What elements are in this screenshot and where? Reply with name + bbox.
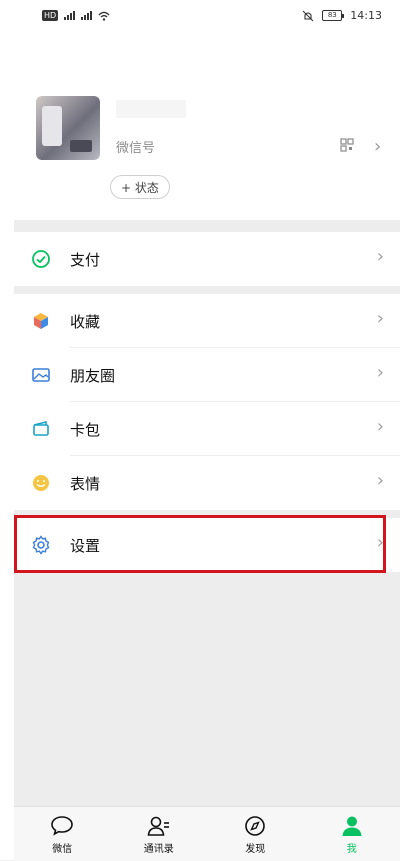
tab-contacts[interactable]: 通讯录 — [111, 807, 208, 861]
chevron-right-icon[interactable]: › — [374, 138, 381, 156]
tab-label: 我 — [347, 840, 357, 855]
moments-picture-icon — [30, 364, 52, 386]
menu-item-cards[interactable]: 卡包 › — [14, 402, 400, 456]
bottom-tab-bar: 微信 通讯录 发现 我 — [14, 806, 400, 861]
left-edge — [0, 0, 14, 860]
status-button-label: + 状态 — [121, 179, 159, 196]
qr-code-icon[interactable] — [340, 138, 354, 152]
chevron-right-icon: › — [377, 364, 384, 382]
tab-me[interactable]: 我 — [304, 807, 400, 861]
emoji-smile-icon — [30, 472, 52, 494]
chevron-right-icon: › — [377, 310, 384, 328]
chevron-right-icon: › — [377, 472, 384, 490]
status-left: HD — [42, 10, 110, 21]
group-pay: 支付 › — [14, 232, 400, 286]
battery-icon: 83 — [322, 10, 342, 21]
hd-icon: HD — [42, 10, 58, 21]
tab-label: 发现 — [245, 840, 265, 855]
contacts-icon — [147, 815, 171, 837]
signal-icon — [64, 11, 75, 20]
chat-bubble-icon — [50, 815, 74, 837]
profile-header[interactable]: 微信号 › + 状态 — [14, 34, 400, 220]
avatar[interactable] — [36, 96, 100, 160]
menu-item-label: 收藏 — [70, 311, 100, 332]
card-wallet-icon — [30, 418, 52, 440]
person-icon — [340, 815, 364, 837]
add-status-button[interactable]: + 状态 — [110, 175, 170, 199]
menu-item-favorites[interactable]: 收藏 › — [14, 294, 400, 348]
status-bar: HD 83 14:13 — [14, 0, 400, 34]
tab-chats[interactable]: 微信 — [14, 807, 111, 861]
menu-item-label: 支付 — [70, 249, 100, 270]
wechat-id: 微信号 — [116, 137, 155, 156]
chevron-right-icon: › — [377, 418, 384, 436]
chevron-right-icon: › — [377, 248, 384, 266]
highlight-box — [14, 515, 386, 573]
wechat-me-page: HD 83 14:13 微信号 › + 状态 — [14, 0, 400, 860]
pay-check-icon — [30, 248, 52, 270]
menu-item-label: 朋友圈 — [70, 365, 115, 386]
tab-label: 微信 — [52, 840, 72, 855]
compass-icon — [243, 815, 267, 837]
menu-item-moments[interactable]: 朋友圈 › — [14, 348, 400, 402]
tab-discover[interactable]: 发现 — [207, 807, 304, 861]
favorites-cube-icon — [30, 310, 52, 332]
nickname-blurred — [116, 100, 186, 118]
signal-icon — [81, 11, 92, 20]
menu-item-label: 卡包 — [70, 419, 100, 440]
status-right: 83 14:13 — [302, 9, 382, 22]
tab-label: 通讯录 — [144, 840, 174, 855]
wifi-icon — [98, 11, 110, 21]
menu-item-label: 表情 — [70, 473, 100, 494]
group-features: 收藏 › 朋友圈 › 卡包 › 表情 › — [14, 294, 400, 510]
clock: 14:13 — [350, 9, 382, 22]
menu-item-stickers[interactable]: 表情 › — [14, 456, 400, 510]
menu-item-pay[interactable]: 支付 › — [14, 232, 400, 286]
mute-bell-icon — [302, 10, 314, 22]
